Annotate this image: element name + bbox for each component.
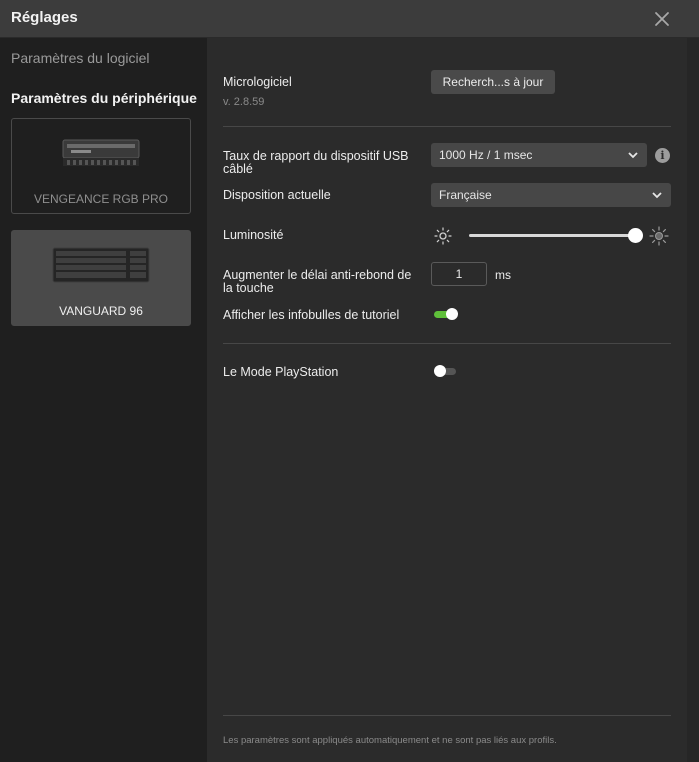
usb-rate-select[interactable]: 1000 Hz / 1 msec — [431, 143, 647, 167]
debounce-unit: ms — [495, 268, 511, 282]
divider — [223, 126, 671, 127]
keyboard-icon — [12, 245, 190, 285]
settings-panel: Micrologiciel v. 2.8.59 Recherch...s à j… — [207, 38, 687, 762]
playstation-toggle[interactable] — [434, 364, 458, 378]
sidebar-item-software-settings[interactable]: Paramètres du logiciel — [11, 50, 150, 66]
sidebar-item-device-settings[interactable]: Paramètres du périphérique — [11, 90, 197, 106]
brightness-label: Luminosité — [223, 228, 284, 242]
check-updates-button[interactable]: Recherch...s à jour — [431, 70, 555, 94]
title-bar: Réglages — [0, 0, 699, 38]
divider — [223, 715, 671, 716]
usb-rate-value: 1000 Hz / 1 msec — [439, 148, 533, 162]
background-strip — [687, 38, 699, 762]
window-title: Réglages — [11, 9, 78, 26]
device-name: VENGEANCE RGB PRO — [33, 192, 169, 206]
layout-value: Française — [439, 188, 492, 202]
tooltips-toggle[interactable] — [434, 307, 458, 321]
footer-note: Les paramètres sont appliqués automatiqu… — [223, 735, 557, 746]
sidebar: Paramètres du logiciel Paramètres du pér… — [0, 38, 207, 762]
close-icon[interactable] — [652, 9, 672, 29]
brightness-high-icon — [649, 226, 669, 246]
firmware-label: Micrologiciel — [223, 75, 292, 89]
device-card-vanguard[interactable]: VANGUARD 96 — [11, 230, 191, 326]
ram-module-icon — [12, 133, 190, 173]
tooltips-label: Afficher les infobulles de tutoriel — [223, 308, 400, 322]
debounce-input[interactable] — [431, 262, 487, 286]
playstation-label: Le Mode PlayStation — [223, 365, 339, 379]
toggle-knob — [446, 308, 458, 320]
device-card-vengeance[interactable]: VENGEANCE RGB PRO — [11, 118, 191, 214]
firmware-version: v. 2.8.59 — [223, 96, 265, 108]
info-icon[interactable]: i — [655, 148, 670, 163]
layout-select[interactable]: Française — [431, 183, 671, 207]
chevron-down-icon — [628, 152, 638, 159]
layout-label: Disposition actuelle — [223, 188, 331, 202]
brightness-low-icon — [434, 227, 452, 245]
debounce-label: Augmenter le délai anti-rebond de la tou… — [223, 268, 412, 295]
device-name: VANGUARD 96 — [59, 304, 143, 318]
brightness-slider-handle[interactable] — [628, 228, 643, 243]
chevron-down-icon — [652, 192, 662, 199]
usb-rate-label: Taux de rapport du dispositif USB câblé — [223, 149, 409, 176]
toggle-knob — [434, 365, 446, 377]
divider — [223, 343, 671, 344]
brightness-slider[interactable] — [469, 228, 643, 243]
